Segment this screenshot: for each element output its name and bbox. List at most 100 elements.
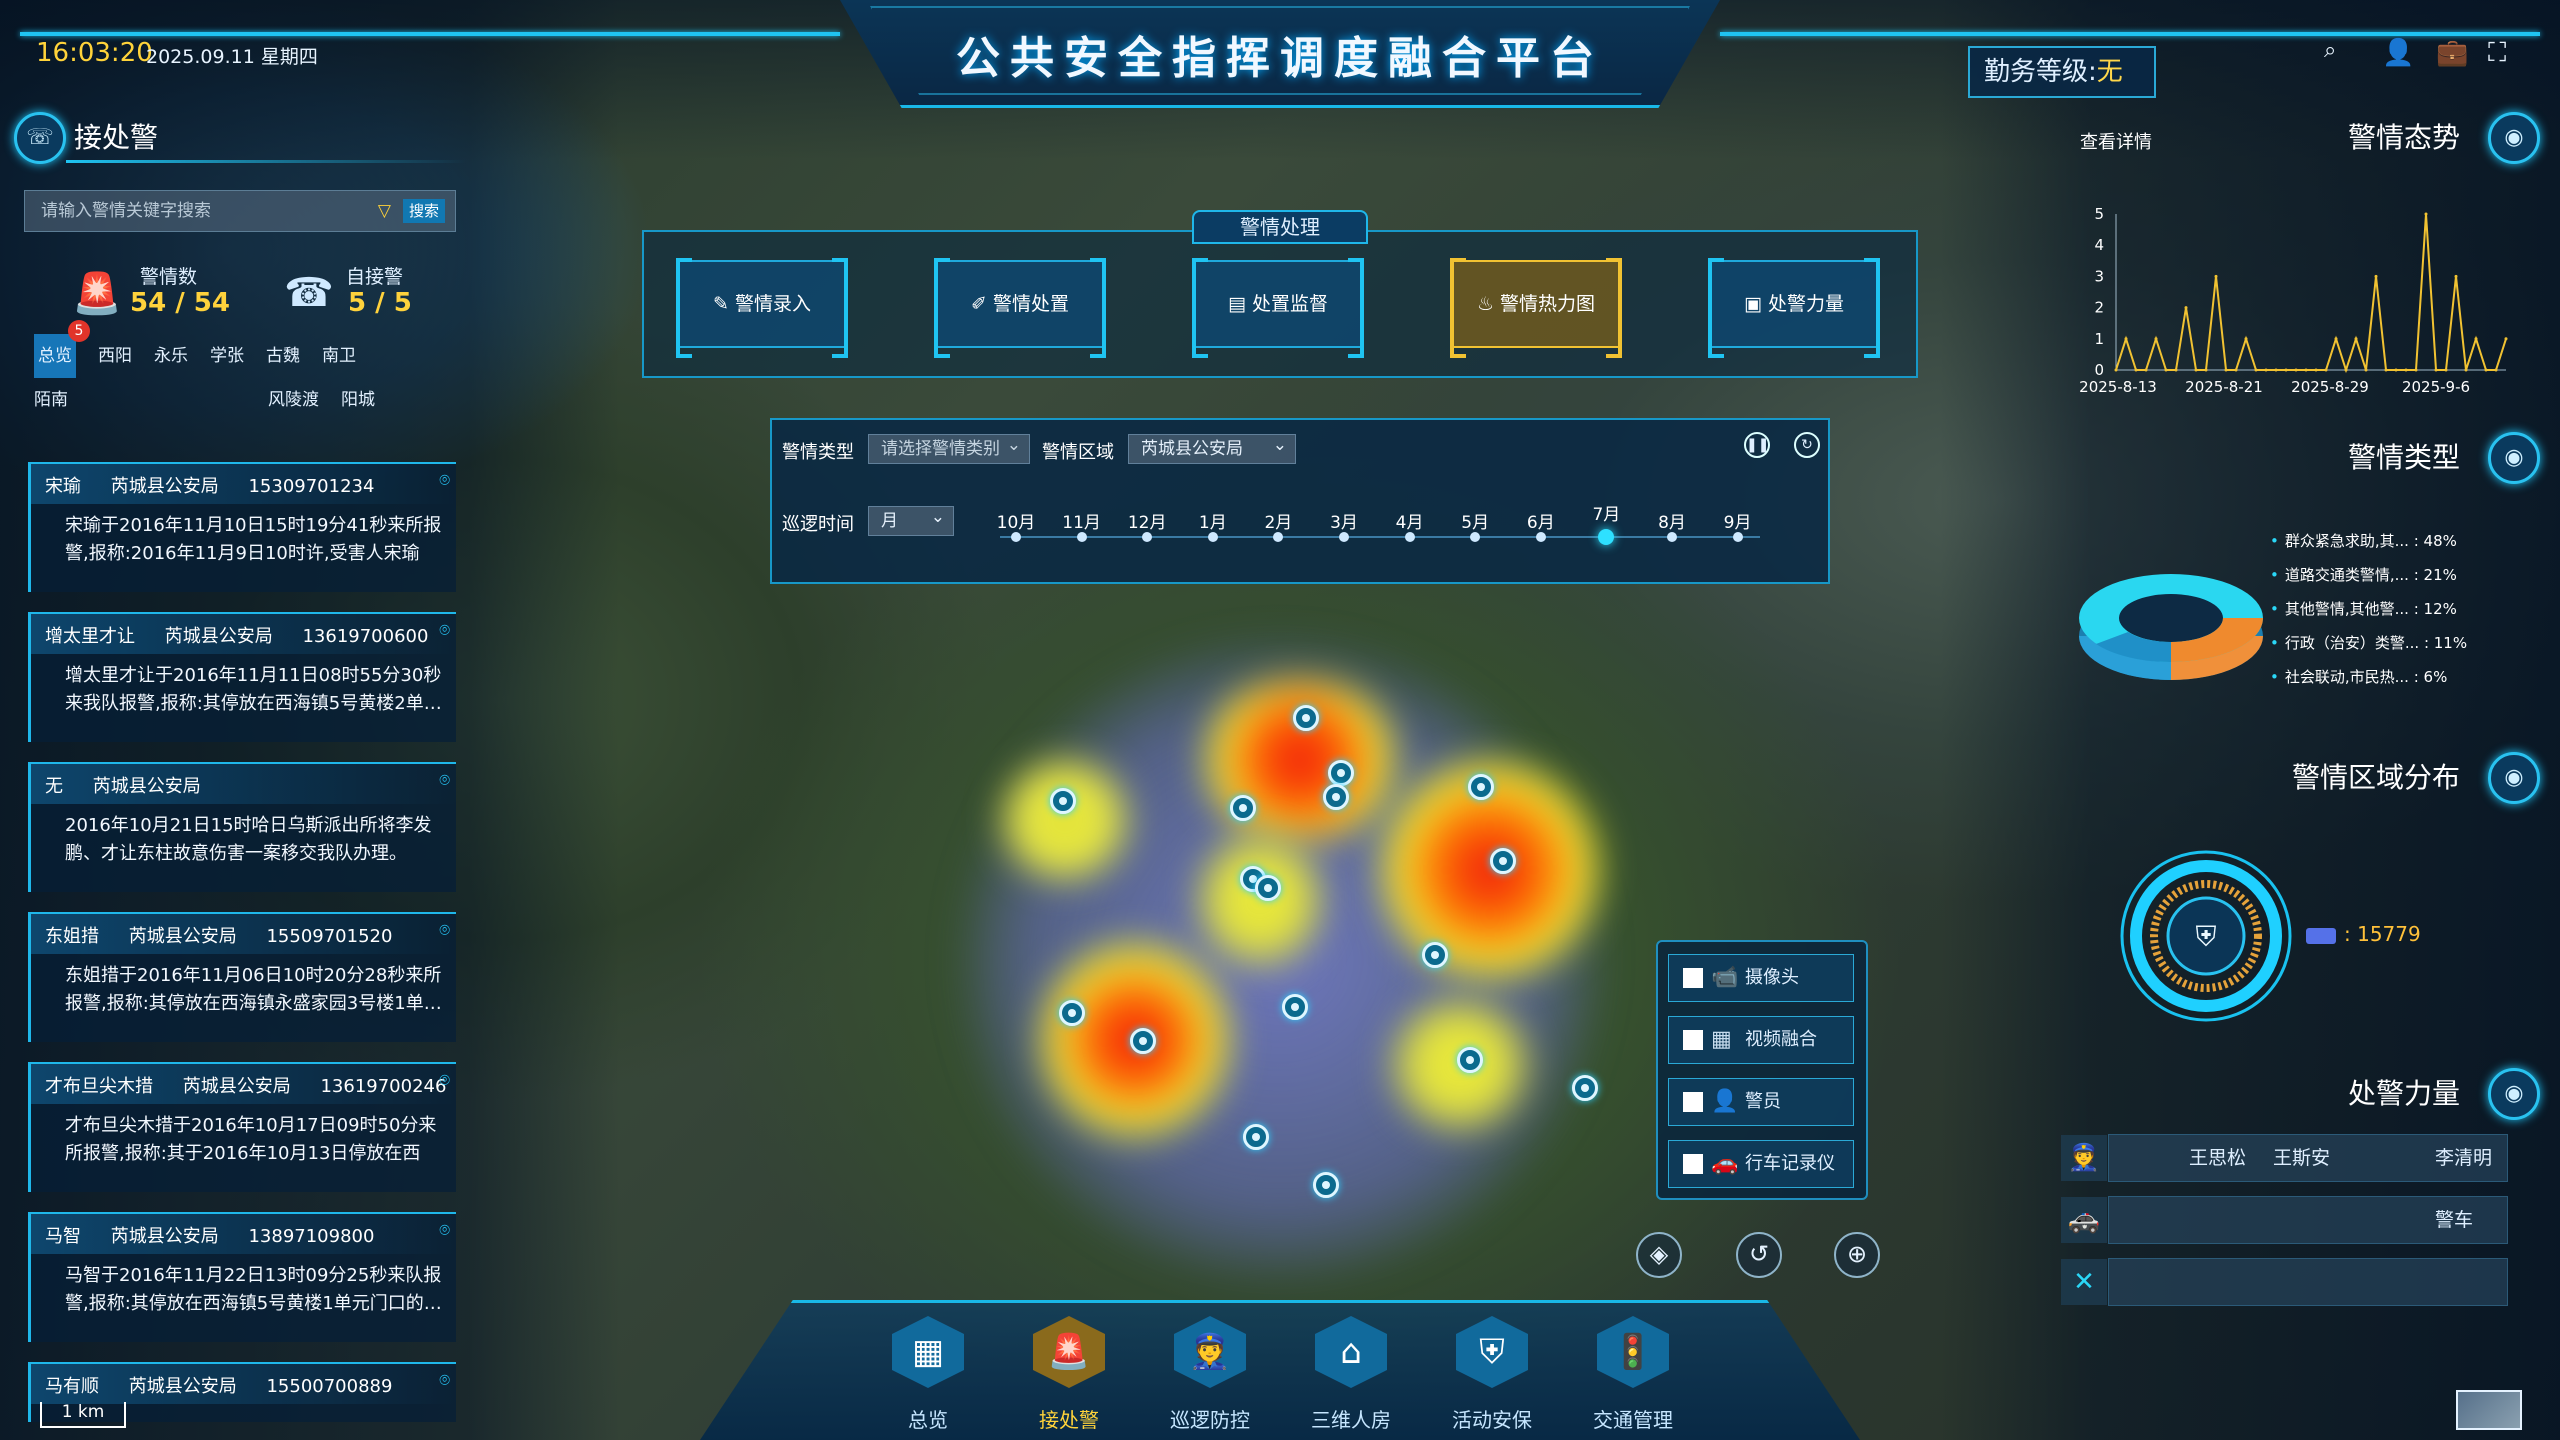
layer-checkbox[interactable]: [1683, 1092, 1703, 1112]
alarm-card-header: 马智 芮城县公安局 13897109800: [45, 1222, 398, 1248]
alarm-handling-title: 警情处理: [1192, 210, 1368, 244]
locate-icon[interactable]: ⌾: [439, 1070, 450, 1091]
compass-icon[interactable]: ⊕: [1834, 1232, 1880, 1278]
nav-item[interactable]: ⛨ 活动安保: [1432, 1316, 1552, 1433]
reset-view-icon[interactable]: ↺: [1736, 1232, 1782, 1278]
month-dot[interactable]: [1535, 532, 1546, 542]
month-dot[interactable]: [1667, 532, 1677, 542]
month-label[interactable]: 5月: [1450, 508, 1500, 533]
button-force[interactable]: ▣ 处警力量: [1708, 258, 1880, 358]
type-select[interactable]: 请选择警情类别: [868, 431, 1030, 464]
layer-toggle-video-fusion[interactable]: ▦ 视频融合: [1668, 1016, 1854, 1064]
area-tag[interactable]: 西阳: [98, 334, 132, 378]
alarm-phone: 15500700889: [266, 1376, 393, 1397]
layer-toggle-camera[interactable]: 📹 摄像头: [1668, 954, 1854, 1002]
nav-item[interactable]: 🚨 接处警: [1009, 1316, 1129, 1433]
month-timeline[interactable]: [1000, 536, 1760, 538]
button-heatmap[interactable]: ♨ 警情热力图: [1450, 258, 1622, 358]
month-label[interactable]: 1月: [1188, 508, 1238, 533]
area-tag[interactable]: 南卫: [322, 334, 356, 378]
locate-icon[interactable]: ⌾: [439, 1370, 450, 1391]
view-details-link[interactable]: 查看详情: [2080, 128, 2152, 154]
grid-icon: ▦: [892, 1316, 964, 1388]
alarm-card[interactable]: 无 芮城县公安局 ⌾ 2016年10月21日15时哈日乌斯派出所将李发鹏、才让东…: [28, 762, 456, 892]
month-label[interactable]: 6月: [1516, 508, 1566, 533]
locate-icon[interactable]: ⌾: [439, 770, 450, 791]
area-select[interactable]: 芮城县公安局: [1128, 431, 1296, 464]
trend-point: [2364, 368, 2368, 372]
month-label[interactable]: 7月: [1581, 500, 1631, 525]
force-row-drone[interactable]: ✕: [2061, 1258, 2508, 1306]
layer-checkbox[interactable]: [1683, 968, 1703, 988]
replay-icon[interactable]: ↻: [1794, 432, 1820, 458]
month-label[interactable]: 11月: [1057, 508, 1107, 533]
month-label[interactable]: 2月: [1253, 508, 1303, 533]
area-tag[interactable]: 古魏: [266, 334, 300, 378]
alarm-search-input[interactable]: 请输入警情关键字搜索 ▽ 搜索: [24, 190, 456, 232]
nav-item[interactable]: ▦ 总览: [868, 1316, 988, 1433]
area-tag[interactable]: 学张: [210, 334, 244, 378]
month-dot[interactable]: [1732, 532, 1743, 542]
trend-point: [2424, 212, 2428, 216]
type-name: 其他警情,其他警...: [2284, 600, 2409, 618]
locate-icon[interactable]: ⌾: [439, 1220, 450, 1241]
month-label[interactable]: 10月: [991, 508, 1041, 533]
layer-toggle-officer[interactable]: 👤 警员: [1668, 1078, 1854, 1126]
time-unit-select[interactable]: 月: [868, 503, 954, 536]
pause-icon[interactable]: ❚❚: [1744, 432, 1770, 458]
month-dot[interactable]: [1011, 532, 1021, 542]
area-tag[interactable]: 陌南: [34, 378, 68, 422]
user-icon[interactable]: 👤: [2382, 38, 2414, 68]
type-legend-item: 社会联动,市民热... : 6%: [2270, 666, 2447, 687]
briefcase-icon[interactable]: 💼: [2436, 38, 2468, 68]
month-label[interactable]: 8月: [1647, 508, 1697, 533]
alarm-card[interactable]: 东姐措 芮城县公安局 15509701520 ⌾ 东姐措于2016年11月06日…: [28, 912, 456, 1042]
month-label[interactable]: 3月: [1319, 508, 1369, 533]
button-supervise[interactable]: ▤ 处置监督: [1192, 258, 1364, 358]
alarm-card[interactable]: 增太里才让 芮城县公安局 13619700600 ⌾ 增太里才让于2016年11…: [28, 612, 456, 742]
button-dispose[interactable]: ✐ 警情处置: [934, 258, 1106, 358]
layer-checkbox[interactable]: [1683, 1030, 1703, 1050]
force-row-vehicle[interactable]: 🚓 警车: [2061, 1196, 2508, 1244]
search-icon[interactable]: ⌕: [2324, 38, 2336, 63]
layer-label: 视频融合: [1745, 1029, 1817, 1050]
month-dot[interactable]: [1076, 532, 1087, 542]
filter-icon[interactable]: ▽: [378, 191, 391, 231]
area-tag[interactable]: 风陵渡: [268, 378, 319, 422]
month-dot[interactable]: [1207, 532, 1218, 542]
month-dot[interactable]: [1339, 532, 1349, 542]
alarm-card[interactable]: 才布旦尖木措 芮城县公安局 13619700246 ⌾ 才布旦尖木措于2016年…: [28, 1062, 456, 1192]
locate-icon[interactable]: ⌾: [439, 470, 450, 491]
nav-item[interactable]: 🚦 交通管理: [1573, 1316, 1693, 1433]
nav-item[interactable]: ⌂ 三维人房: [1291, 1316, 1411, 1433]
layer-toggle-dashcam[interactable]: 🚗 行车记录仪: [1668, 1140, 1854, 1188]
nav-label: 交通管理: [1593, 1408, 1673, 1432]
alarm-reporter: 才布旦尖木措: [45, 1076, 153, 1097]
minimap-thumbnail[interactable]: [2456, 1390, 2522, 1430]
area-tag[interactable]: 阳城: [341, 378, 375, 422]
fullscreen-icon[interactable]: ⛶: [2488, 38, 2506, 69]
alarm-card[interactable]: 马智 芮城县公安局 13897109800 ⌾ 马智于2016年11月22日13…: [28, 1212, 456, 1342]
trend-point: [2464, 368, 2468, 372]
nav-item[interactable]: 👮 巡逻防控: [1150, 1316, 1270, 1433]
panel-header-alarm: ☏ 接处警: [14, 112, 466, 164]
region-count: 15779: [2357, 922, 2421, 946]
locate-icon[interactable]: ⌾: [439, 620, 450, 641]
month-label[interactable]: 12月: [1122, 508, 1172, 533]
month-label[interactable]: 4月: [1385, 508, 1435, 533]
locate-icon[interactable]: ⌾: [439, 920, 450, 941]
month-dot[interactable]: [1404, 532, 1415, 542]
layers-icon[interactable]: ◈: [1636, 1232, 1682, 1278]
alarm-card[interactable]: 宋瑜 芮城县公安局 15309701234 ⌾ 宋瑜于2016年11月10日15…: [28, 462, 456, 592]
alarm-reporter: 无: [45, 776, 63, 797]
button-entry[interactable]: ✎ 警情录入: [676, 258, 848, 358]
area-tag[interactable]: 总览 5: [34, 320, 90, 378]
force-row-people[interactable]: 👮 王思松 王斯安 李清明: [2061, 1134, 2508, 1182]
trend-point: [2324, 368, 2328, 372]
month-label[interactable]: 9月: [1713, 508, 1763, 533]
alarm-count-value: 54 / 54: [130, 288, 230, 318]
layer-checkbox[interactable]: [1683, 1154, 1703, 1174]
search-button[interactable]: 搜索: [402, 199, 445, 223]
area-tag[interactable]: 永乐: [154, 334, 188, 378]
button-label: 警情录入: [734, 293, 811, 315]
